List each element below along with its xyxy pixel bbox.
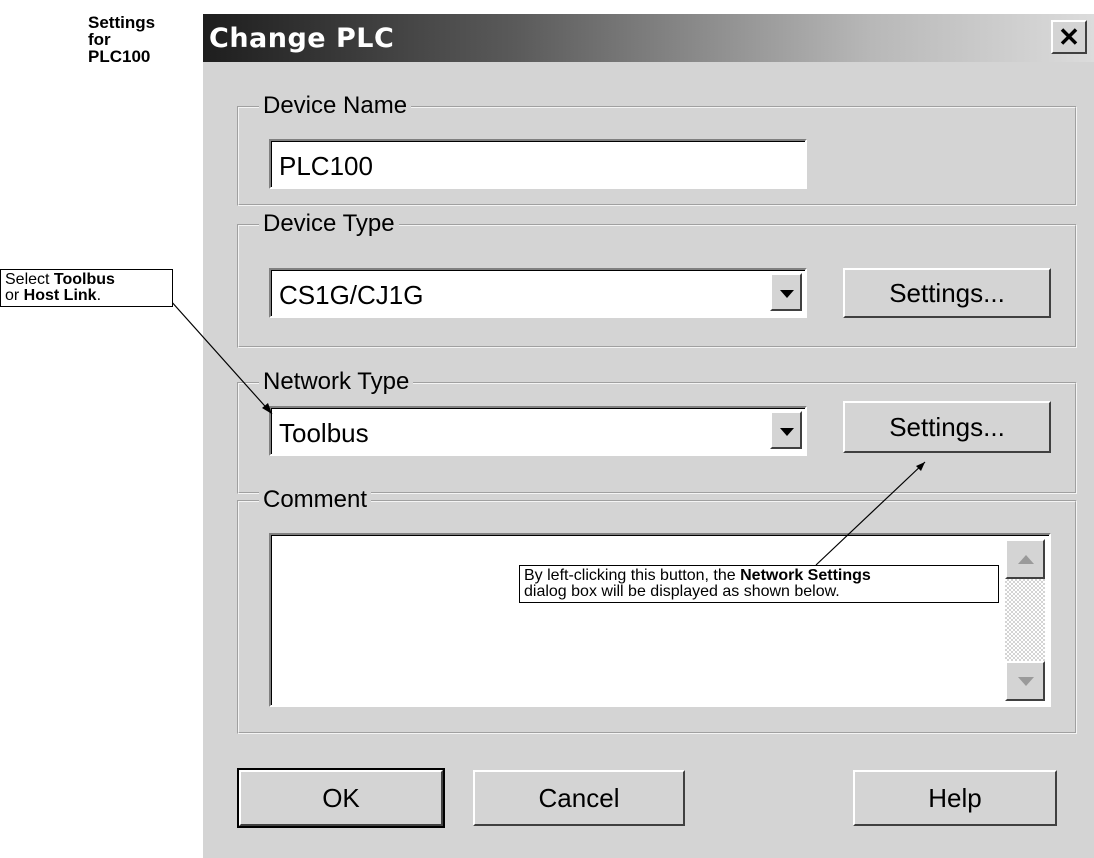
leader-line-right bbox=[815, 461, 926, 566]
callout-network-type: Select Toolbus or Host Link. bbox=[0, 269, 173, 307]
callout-bold-host-link: Host Link bbox=[23, 287, 97, 304]
callout-settings-button: By left-clicking this button, the Networ… bbox=[519, 565, 999, 603]
leader-line-left bbox=[169, 299, 273, 415]
callout-leader-lines bbox=[169, 299, 926, 566]
callout-text: . bbox=[96, 287, 102, 304]
callout-text: By left-clicking this button, the bbox=[524, 567, 741, 584]
callout-bold-toolbus: Toolbus bbox=[53, 271, 115, 288]
callout-text: Select bbox=[5, 271, 54, 288]
callout-bold-network-settings: Network Settings bbox=[740, 567, 871, 584]
callout-text: dialog box will be displayed as shown be… bbox=[524, 583, 840, 600]
callout-text: or bbox=[5, 287, 24, 304]
